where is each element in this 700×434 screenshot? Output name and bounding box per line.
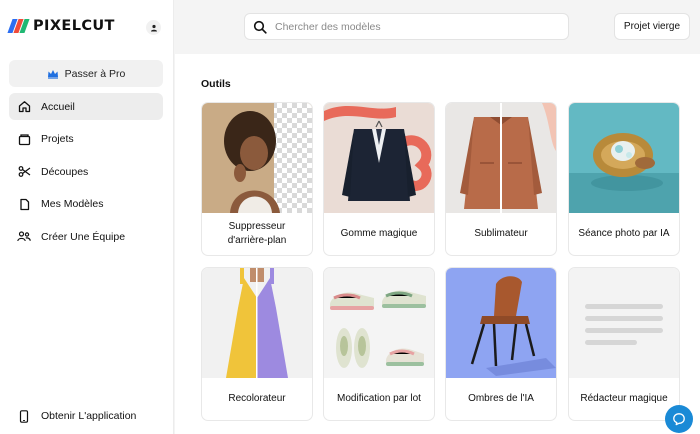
sidebar-nav: Accueil Projets Découpes Mes Modèles Cré… (9, 93, 163, 256)
upgrade-pro-button[interactable]: Passer à Pro (9, 60, 163, 87)
pixelcut-logo[interactable]: PIXELCUT (7, 18, 115, 34)
get-app-label: Obtenir L'application (41, 410, 137, 422)
account-button[interactable] (146, 20, 161, 35)
recolor-thumbnail (202, 268, 312, 378)
file-icon (19, 198, 29, 210)
topbar: Chercher des modèles Projet vierge (175, 0, 700, 54)
sidebar: PIXELCUT Passer à Pro Accueil Projets Dé… (0, 0, 174, 434)
blank-project-button[interactable]: Projet vierge (614, 13, 690, 40)
sidebar-item-home[interactable]: Accueil (9, 93, 163, 120)
chat-bubble-icon (673, 413, 685, 426)
home-icon (18, 101, 30, 113)
logo-mark-icon (7, 19, 30, 33)
magic-eraser-thumbnail (324, 103, 434, 213)
scissors-icon (18, 166, 30, 177)
sidebar-item-label: Créer Une Équipe (41, 230, 126, 243)
tool-card-magic-eraser[interactable]: Gomme magique (323, 102, 435, 256)
sidebar-item-label: Découpes (41, 165, 89, 178)
tool-card-recolor[interactable]: Recolorateur (201, 267, 313, 421)
help-chat-button[interactable] (665, 405, 693, 433)
upgrade-pro-label: Passer à Pro (64, 67, 126, 80)
user-icon (150, 24, 157, 31)
tool-card-ai-photoshoot[interactable]: Séance photo par IA (568, 102, 680, 256)
sidebar-item-templates[interactable]: Mes Modèles (9, 191, 163, 218)
tool-label: Rédacteur magique (580, 393, 668, 404)
tool-label: Modification par lot (337, 393, 421, 404)
ai-shadows-thumbnail (446, 268, 556, 378)
ai-photoshoot-thumbnail (569, 103, 679, 213)
team-icon (17, 231, 31, 242)
sidebar-item-label: Mes Modèles (41, 198, 104, 210)
sidebar-item-projects[interactable]: Projets (9, 126, 163, 153)
sidebar-item-label: Projets (41, 133, 74, 145)
search-icon (253, 20, 267, 34)
magic-writer-thumbnail (569, 268, 679, 378)
tool-card-enhancer[interactable]: Sublimateur (445, 102, 557, 256)
search-bar[interactable]: Chercher des modèles (244, 13, 569, 40)
batch-edit-thumbnail (324, 268, 434, 378)
section-title: Outils (201, 78, 231, 90)
tool-card-ai-shadows[interactable]: Ombres de l'IA (445, 267, 557, 421)
sidebar-item-create-team[interactable]: Créer Une Équipe (9, 223, 163, 250)
tool-card-batch-edit[interactable]: Modification par lot (323, 267, 435, 421)
tool-label: Gomme magique (340, 228, 418, 239)
tool-label: Séance photo par IA (578, 228, 670, 239)
folder-icon (18, 133, 30, 145)
tool-card-background-remover[interactable]: Suppresseur d'arrière-plan (201, 102, 313, 256)
background-remover-thumbnail (202, 103, 312, 213)
tool-label: Recolorateur (228, 393, 286, 404)
tool-card-magic-writer[interactable]: Rédacteur magique (568, 267, 680, 421)
search-input[interactable]: Chercher des modèles (275, 21, 381, 33)
tool-label: Ombres de l'IA (468, 393, 534, 404)
main-content: Outils Suppresseur d'arrière-plan Gomme … (175, 54, 700, 434)
get-app-link[interactable]: Obtenir L'application (9, 403, 163, 429)
sidebar-item-cutouts[interactable]: Découpes (9, 158, 163, 185)
enhancer-thumbnail (446, 103, 556, 213)
tool-label: Suppresseur d'arrière-plan (227, 221, 287, 246)
phone-icon (19, 409, 29, 423)
brand-name: PIXELCUT (33, 18, 115, 34)
tool-label: Sublimateur (474, 228, 528, 239)
sidebar-item-label: Accueil (41, 100, 75, 113)
crown-icon (47, 69, 58, 79)
